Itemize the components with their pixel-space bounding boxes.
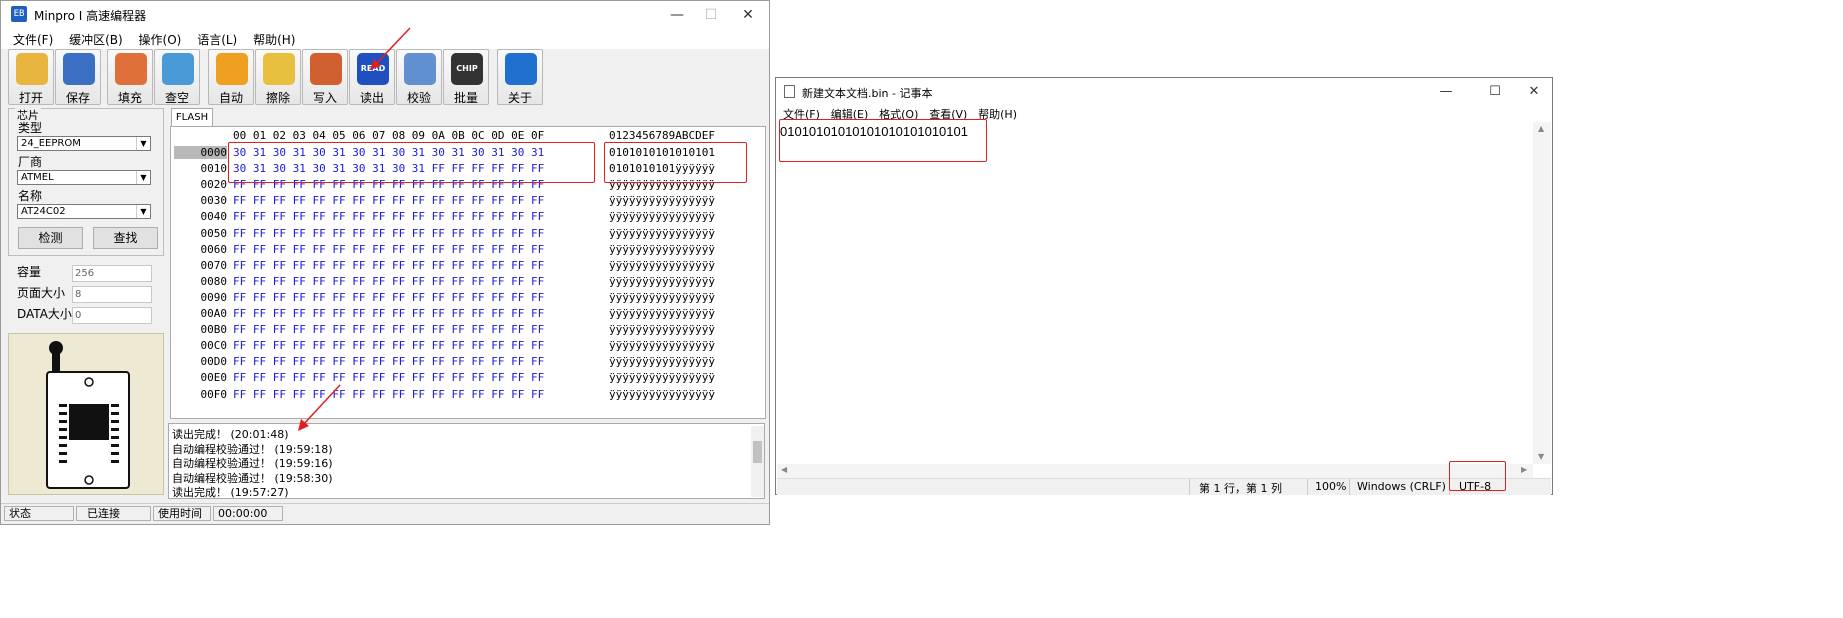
- scroll-up-icon[interactable]: ▲: [1538, 124, 1544, 133]
- notepad-minimize-button[interactable]: —: [1432, 82, 1460, 102]
- scroll-down-icon[interactable]: ▼: [1538, 452, 1544, 461]
- line-ending: Windows (CRLF): [1357, 480, 1446, 493]
- notepad-horizontal-scrollbar[interactable]: ◀ ▶: [777, 464, 1533, 478]
- annotation-content-box: [779, 119, 987, 162]
- annotation-encoding-box: [1449, 461, 1506, 491]
- notepad-vertical-scrollbar[interactable]: ▲ ▼: [1533, 122, 1551, 464]
- notepad-title: 新建文本文档.bin - 记事本: [802, 87, 933, 100]
- notepad-close-button[interactable]: ✕: [1520, 82, 1548, 102]
- zoom-level: 100%: [1315, 480, 1347, 493]
- notepad-status-bar: 第 1 行，第 1 列 100% Windows (CRLF) UTF-8: [777, 478, 1551, 495]
- cursor-position: 第 1 行，第 1 列: [1199, 482, 1282, 495]
- notepad-maximize-button[interactable]: ☐: [1481, 82, 1509, 102]
- scroll-left-icon[interactable]: ◀: [781, 465, 787, 474]
- notepad-title-bar: 新建文本文档.bin - 记事本 — ☐ ✕: [776, 78, 1552, 106]
- notepad-icon: [784, 85, 795, 98]
- notepad-text-area[interactable]: 01010101010101010101010101: [777, 122, 1533, 464]
- scroll-right-icon[interactable]: ▶: [1521, 465, 1527, 474]
